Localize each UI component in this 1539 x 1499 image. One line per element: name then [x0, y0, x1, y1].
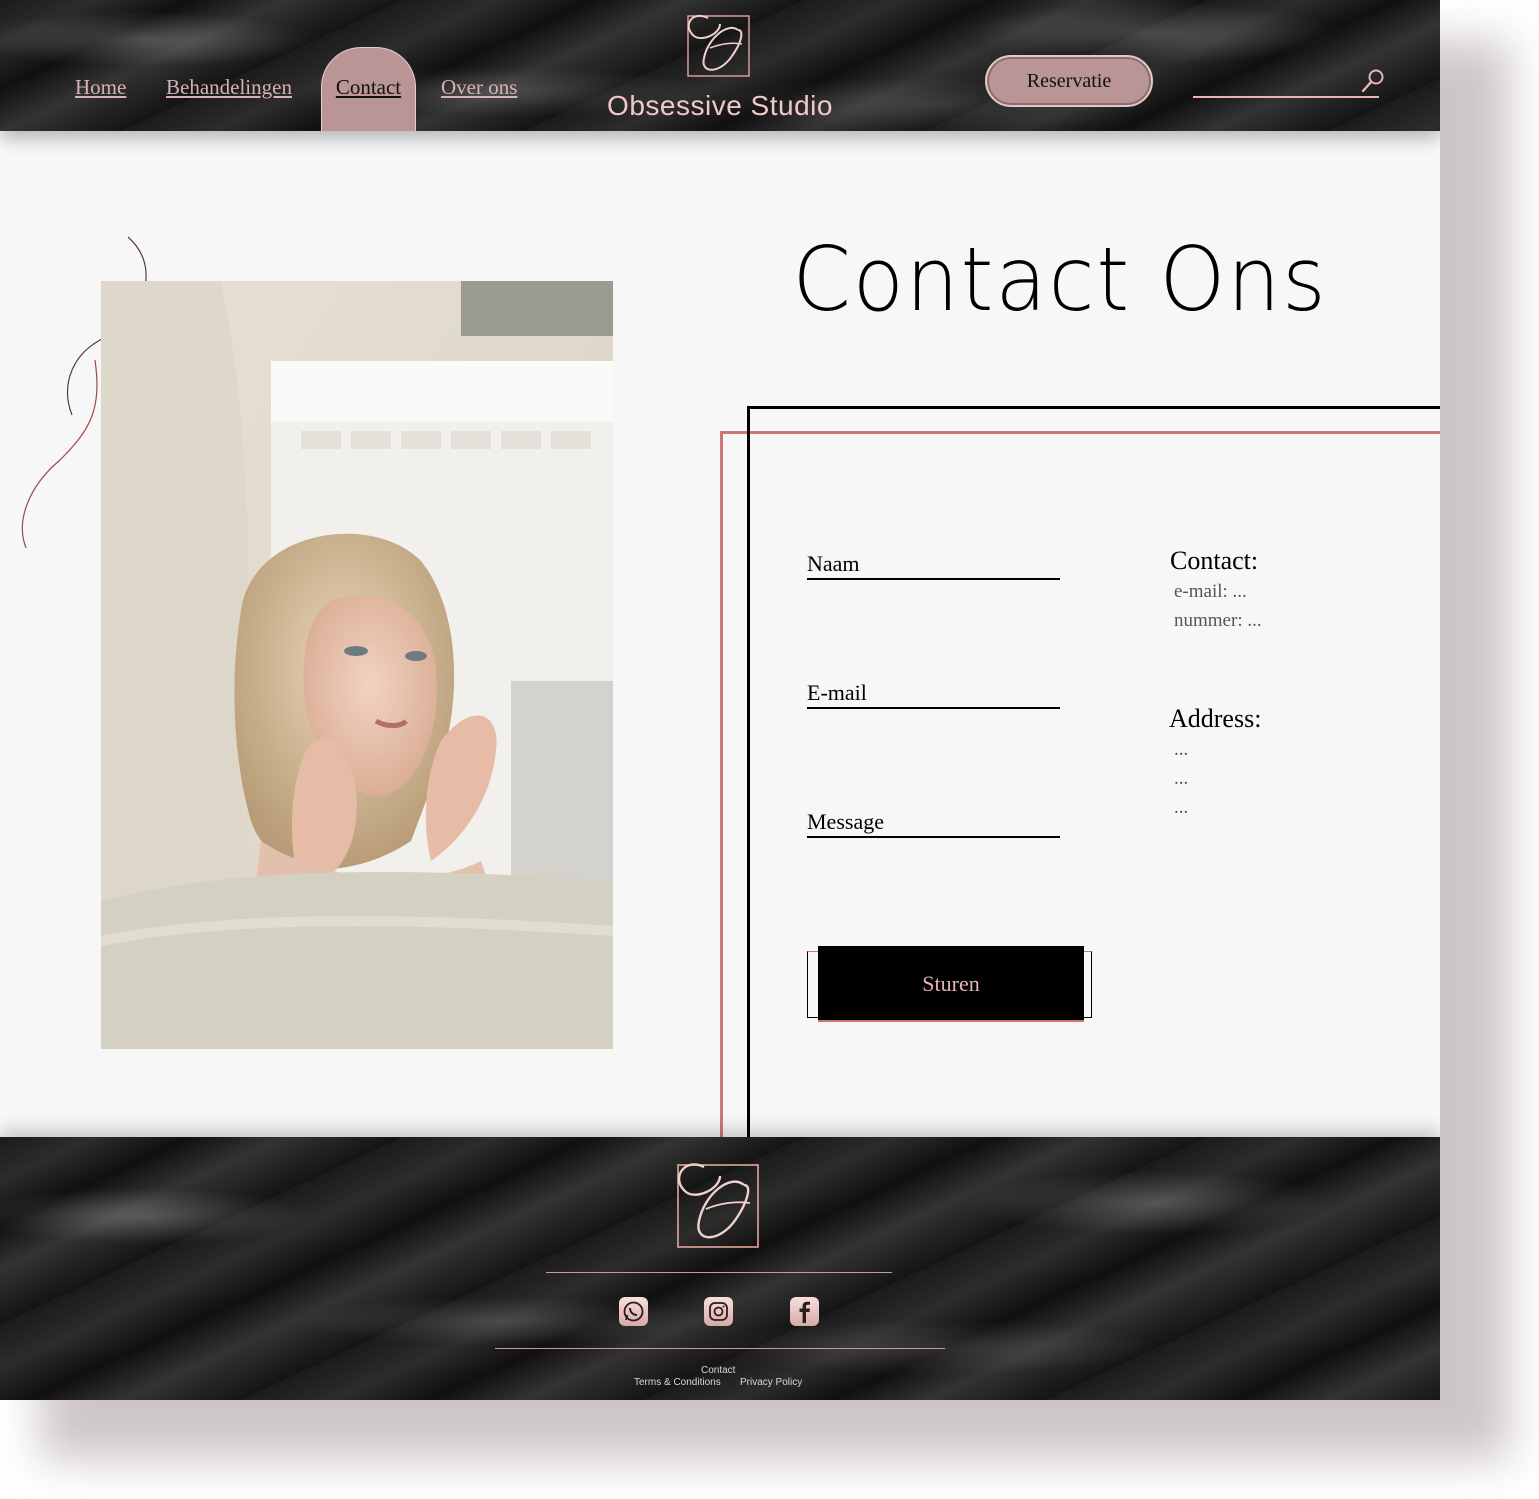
instagram-icon[interactable]	[704, 1297, 733, 1326]
message-input[interactable]	[807, 810, 1064, 838]
portrait-photo	[101, 281, 613, 1049]
contact-email: e-mail: ...	[1174, 581, 1247, 602]
page: Home Behandelingen Contact Over ons Obse…	[0, 0, 1440, 1400]
footer-logo-icon[interactable]	[668, 1155, 764, 1251]
site-header: Home Behandelingen Contact Over ons Obse…	[0, 0, 1440, 131]
nav-contact[interactable]: Contact	[322, 75, 415, 100]
contact-phone: nummer: ...	[1174, 610, 1262, 631]
search-underline	[1193, 96, 1379, 98]
brand-name[interactable]: Obsessive Studio	[600, 90, 840, 122]
nav-treatments[interactable]: Behandelingen	[166, 75, 292, 100]
nav-home[interactable]: Home	[75, 75, 126, 100]
send-button[interactable]: Sturen	[818, 946, 1084, 1022]
address-line: ...	[1174, 768, 1189, 789]
footer-link-terms[interactable]: Terms & Conditions	[634, 1377, 721, 1388]
brand-logo-icon[interactable]	[680, 8, 754, 80]
footer-divider	[495, 1348, 945, 1349]
nav-about[interactable]: Over ons	[441, 75, 517, 100]
contact-heading: Contact:	[1170, 546, 1259, 575]
site-footer	[0, 1137, 1440, 1400]
email-input[interactable]	[807, 681, 1064, 709]
search-icon[interactable]	[1360, 68, 1386, 94]
name-field[interactable]: Naam	[807, 552, 1064, 580]
email-field[interactable]: E-mail	[807, 681, 1064, 709]
footer-link-contact[interactable]: Contact	[701, 1365, 735, 1376]
page-title: Contact Ons	[792, 228, 1328, 331]
address-line: ...	[1174, 739, 1189, 760]
facebook-icon[interactable]	[790, 1297, 819, 1326]
message-field[interactable]: Message	[807, 810, 1064, 838]
address-heading: Address:	[1169, 704, 1262, 733]
reserve-button[interactable]: Reservatie	[985, 55, 1153, 107]
name-input[interactable]	[807, 552, 1064, 580]
footer-divider	[546, 1272, 892, 1273]
address-line: ...	[1174, 797, 1189, 818]
footer-link-privacy[interactable]: Privacy Policy	[740, 1377, 802, 1388]
whatsapp-icon[interactable]	[619, 1297, 648, 1326]
search-input[interactable]	[1193, 68, 1357, 96]
nav-contact-active[interactable]: Contact	[321, 47, 416, 131]
